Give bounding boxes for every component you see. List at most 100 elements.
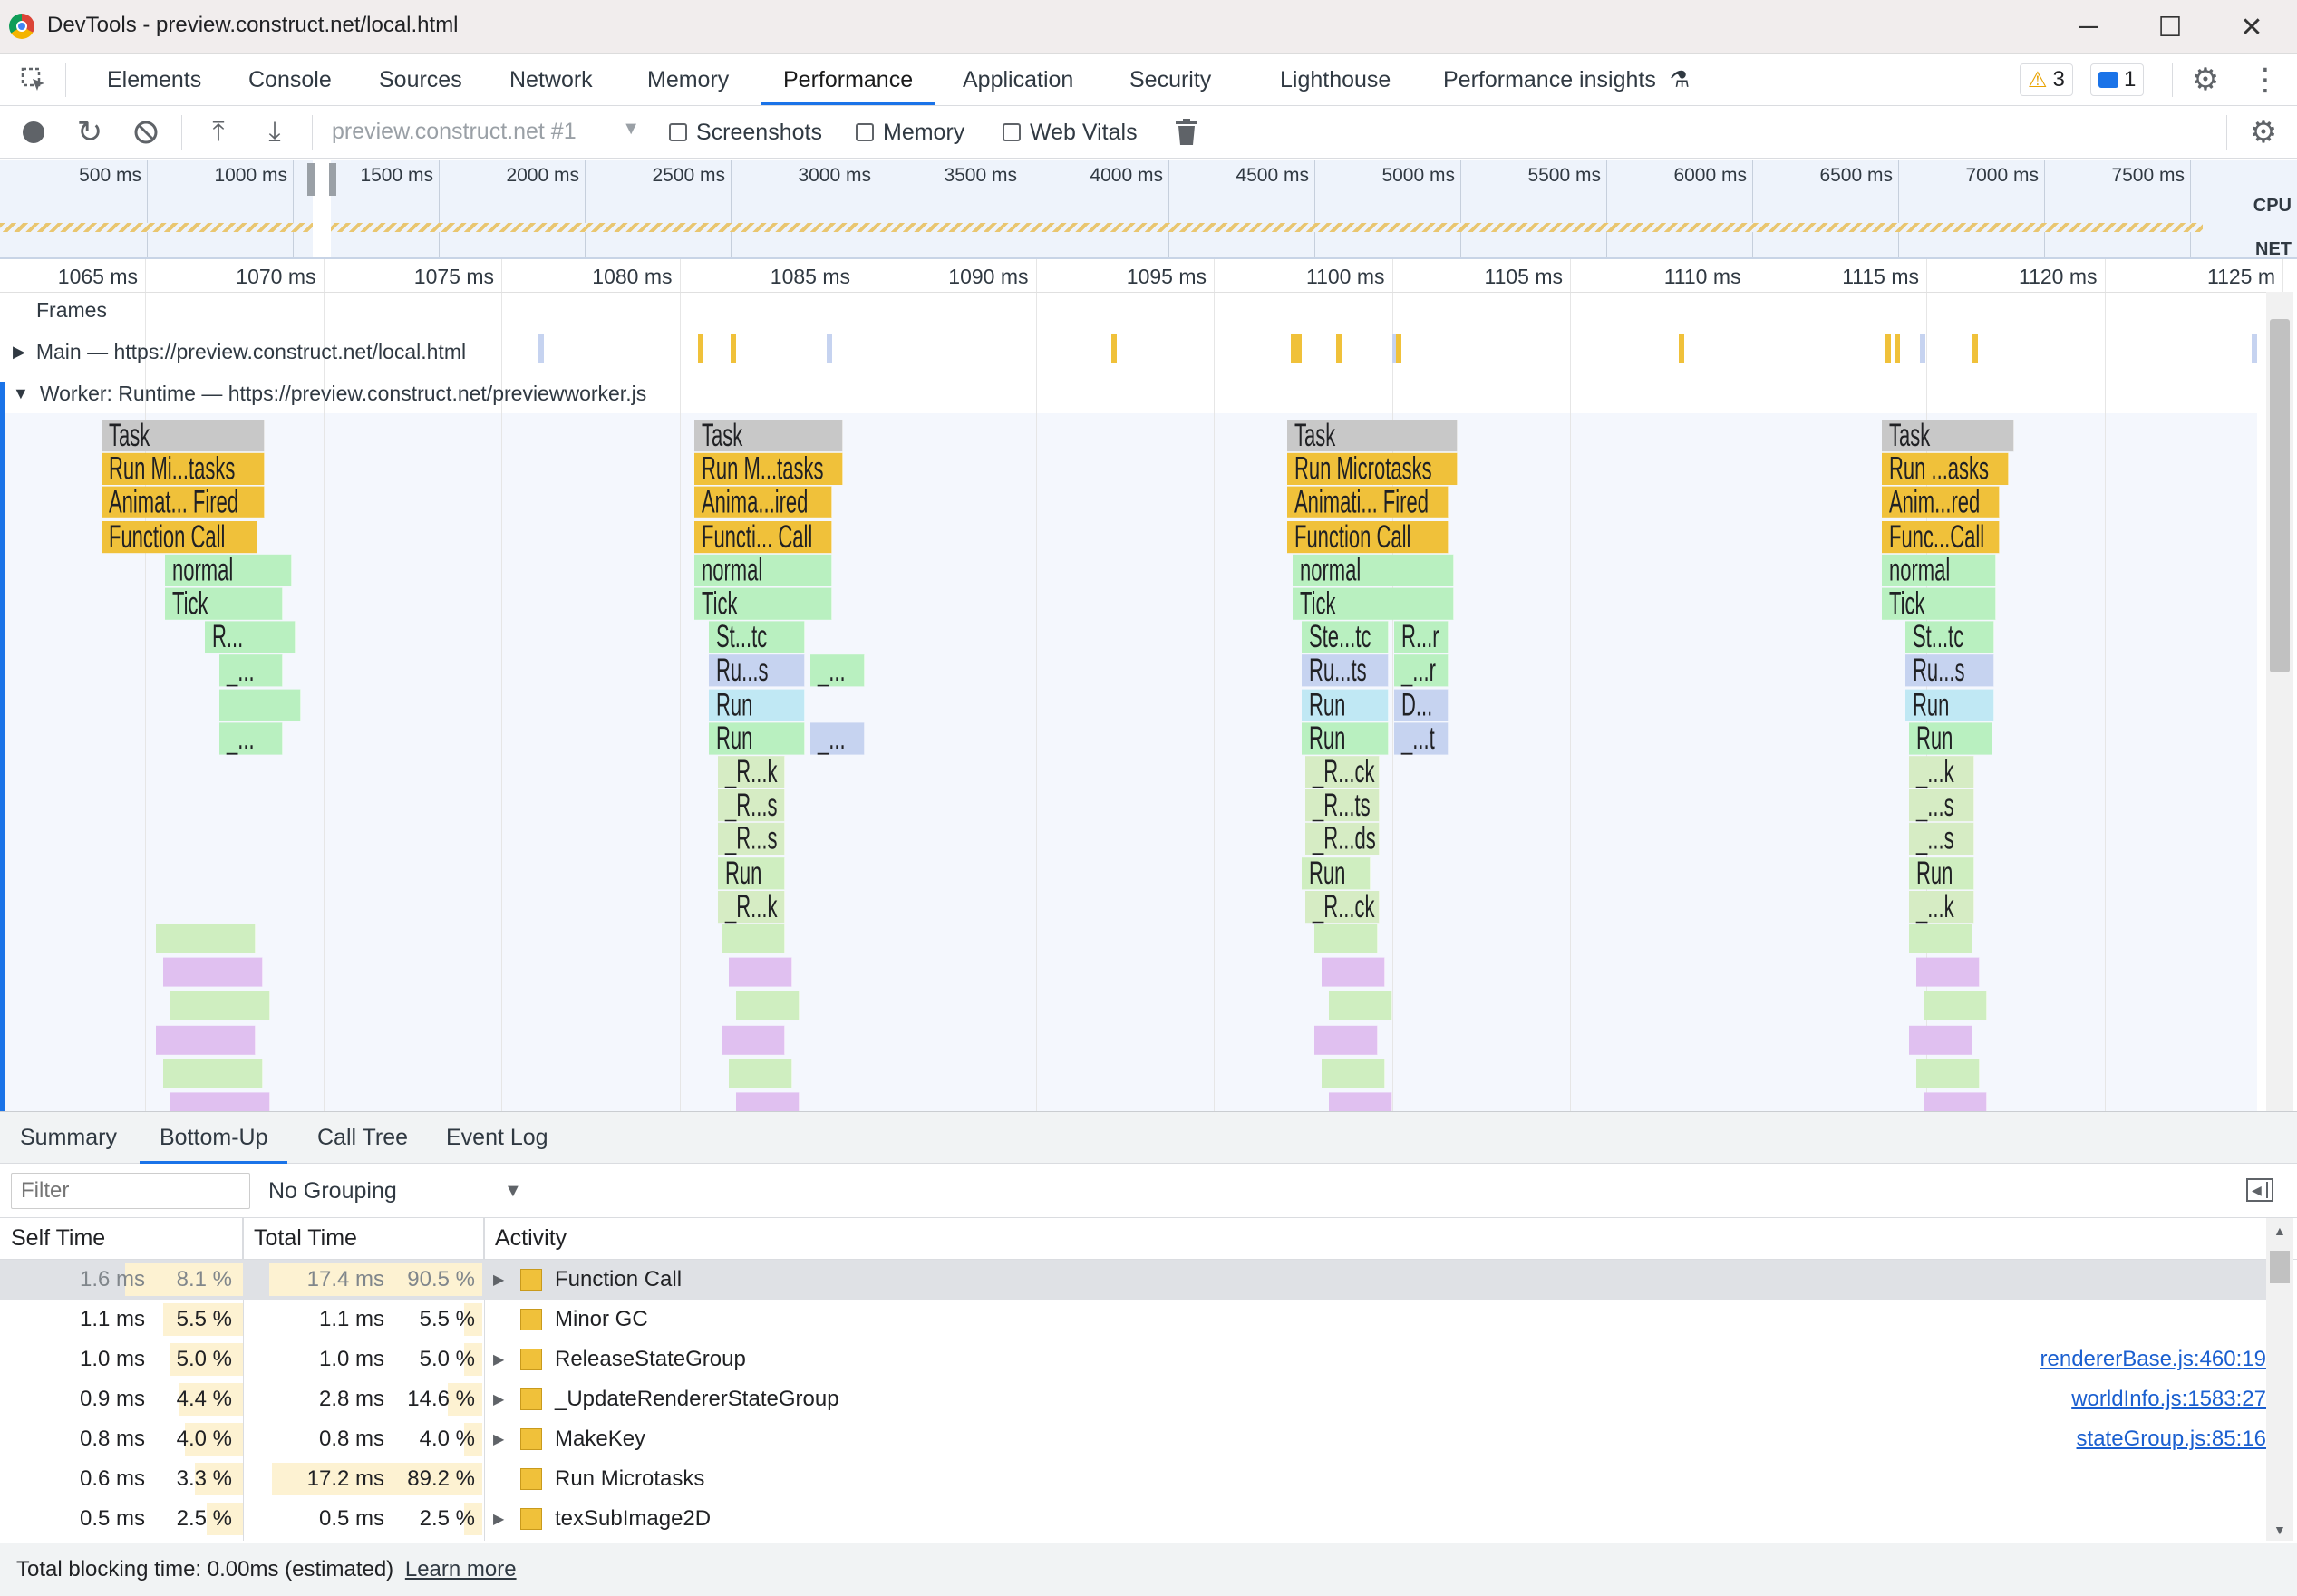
flame-event[interactable]: _R...s bbox=[718, 823, 785, 856]
grouping-select[interactable]: No Grouping ▼ bbox=[268, 1173, 522, 1209]
reload-record-icon[interactable]: ↻ bbox=[74, 115, 105, 150]
more-options-icon[interactable]: ⋮ bbox=[2250, 63, 2281, 97]
flame-event[interactable]: Run Microtasks bbox=[1287, 453, 1458, 486]
flame-event[interactable]: Ste...tc bbox=[1302, 621, 1389, 653]
clear-icon[interactable] bbox=[131, 117, 161, 148]
flame-event[interactable]: _...r bbox=[1394, 654, 1449, 688]
flame-event-deep[interactable] bbox=[1909, 924, 1972, 953]
tab-lighthouse[interactable]: Lighthouse bbox=[1280, 54, 1391, 105]
flame-event[interactable]: St...tc bbox=[709, 621, 805, 653]
flame-event-deep[interactable] bbox=[1916, 957, 1980, 987]
source-link[interactable]: rendererBase.js:460:19 bbox=[2040, 1340, 2267, 1379]
flame-event[interactable]: Run M...tasks bbox=[694, 453, 843, 486]
flame-event[interactable]: Animat... Fired bbox=[102, 487, 265, 519]
flame-event[interactable]: Anima...ired bbox=[694, 487, 832, 519]
flame-event[interactable]: Run bbox=[1909, 856, 1974, 889]
flame-chart[interactable]: 1065 ms 1070 ms 1075 ms 1080 ms 1085 ms 1090 … bbox=[0, 259, 2297, 1111]
tab-event-log[interactable]: Event Log bbox=[446, 1112, 548, 1164]
flame-event[interactable]: Run Mi...tasks bbox=[102, 453, 265, 486]
flame-event[interactable]: Run bbox=[709, 688, 805, 721]
flame-event-deep[interactable] bbox=[722, 1025, 785, 1055]
flame-event[interactable]: Task bbox=[102, 420, 265, 452]
flame-event[interactable]: Run bbox=[1905, 688, 1994, 721]
flame-event[interactable]: Ru...ts bbox=[1302, 654, 1389, 688]
messages-badge[interactable]: 1 bbox=[2090, 63, 2145, 96]
flame-event[interactable]: Run bbox=[718, 856, 785, 889]
flame-event[interactable]: _...s bbox=[1909, 823, 1974, 856]
flame-event-deep[interactable] bbox=[736, 991, 800, 1021]
flame-event[interactable]: St...tc bbox=[1905, 621, 1994, 653]
expand-triangle-icon[interactable]: ▶ bbox=[493, 1510, 511, 1528]
main-thread-event[interactable] bbox=[1679, 334, 1684, 363]
flame-event-deep[interactable] bbox=[729, 957, 792, 987]
main-thread-event[interactable] bbox=[731, 334, 736, 363]
flame-event[interactable]: normal bbox=[165, 554, 292, 586]
flame-event-deep[interactable] bbox=[170, 991, 270, 1021]
flame-event[interactable]: Ru...s bbox=[709, 654, 805, 688]
expand-triangle-icon[interactable]: ▶ bbox=[493, 1430, 511, 1448]
flame-event[interactable]: Tick bbox=[1293, 587, 1454, 620]
scroll-up-icon[interactable]: ▲ bbox=[2273, 1224, 2286, 1238]
source-link[interactable]: worldInfo.js:1583:27 bbox=[2071, 1379, 2266, 1419]
table-row[interactable]: 1.6 ms 8.1 % 17.4 ms 90.5 % ▶ Function Call bbox=[0, 1260, 2266, 1300]
table-row[interactable]: 1.0 ms 5.0 % 1.0 ms 5.0 % ▶ ReleaseStateGroup… bbox=[0, 1340, 2266, 1379]
memory-checkbox[interactable]: Memory bbox=[856, 119, 964, 146]
main-thread-event[interactable] bbox=[827, 334, 832, 363]
flame-event-deep[interactable] bbox=[1924, 1092, 1987, 1111]
flame-event[interactable]: _...t bbox=[1394, 722, 1449, 755]
flame-event[interactable]: _...k bbox=[1909, 756, 1974, 788]
flame-event[interactable]: Func...Call bbox=[1882, 520, 2000, 553]
capture-settings-gear-icon[interactable]: ⚙ bbox=[2248, 115, 2279, 150]
flame-event[interactable]: Tick bbox=[165, 587, 283, 620]
tab-network[interactable]: Network bbox=[509, 54, 593, 105]
tab-performance[interactable]: Performance bbox=[761, 54, 935, 105]
flame-event[interactable]: Task bbox=[1882, 420, 2014, 452]
tab-performance-insights[interactable]: Performance insights ⚗ bbox=[1443, 54, 1690, 105]
source-link[interactable]: stateGroup.js:85:16 bbox=[2077, 1419, 2266, 1459]
activity-cell[interactable]: ▶ Function Call bbox=[493, 1260, 682, 1300]
flame-event[interactable]: Animati... Fired bbox=[1287, 487, 1449, 519]
memory-checkbox-box[interactable] bbox=[856, 123, 874, 141]
scroll-down-icon[interactable]: ▼ bbox=[2273, 1523, 2286, 1537]
flame-event[interactable]: _R...ds bbox=[1305, 823, 1380, 856]
flame-event[interactable]: Task bbox=[694, 420, 843, 452]
main-thread-event[interactable] bbox=[698, 334, 703, 363]
web-vitals-checkbox-box[interactable] bbox=[1003, 123, 1021, 141]
flame-event-deep[interactable] bbox=[1909, 1025, 1972, 1055]
flame-event[interactable]: R... bbox=[205, 621, 296, 653]
flame-event-deep[interactable] bbox=[156, 1025, 256, 1055]
flame-event[interactable]: _R...s bbox=[718, 789, 785, 822]
expand-triangle-icon[interactable]: ▶ bbox=[493, 1271, 511, 1289]
flame-event[interactable]: normal bbox=[1882, 554, 1996, 586]
main-thread-event[interactable] bbox=[1296, 334, 1302, 363]
toggle-sidebar-icon[interactable]: ◀ bbox=[2246, 1178, 2273, 1202]
tab-application[interactable]: Application bbox=[963, 54, 1073, 105]
flame-event[interactable]: Task bbox=[1287, 420, 1458, 452]
settings-gear-icon[interactable]: ⚙ bbox=[2190, 63, 2221, 97]
tab-bottom-up[interactable]: Bottom-Up bbox=[139, 1112, 289, 1164]
flame-event[interactable]: normal bbox=[1293, 554, 1454, 586]
screenshots-checkbox[interactable]: Screenshots bbox=[669, 119, 822, 146]
flame-event-deep[interactable] bbox=[1924, 991, 1987, 1021]
flame-event[interactable]: _...s bbox=[1909, 789, 1974, 822]
flame-chart-scrollbar[interactable] bbox=[2266, 292, 2293, 1111]
activity-cell[interactable]: Minor GC bbox=[493, 1300, 648, 1340]
save-profile-icon[interactable]: ⤓ bbox=[259, 117, 290, 148]
main-thread-event[interactable] bbox=[1895, 334, 1900, 363]
tab-call-tree[interactable]: Call Tree bbox=[317, 1112, 408, 1164]
flame-event-deep[interactable] bbox=[163, 1059, 263, 1088]
activity-cell[interactable]: ▶ MakeKey bbox=[493, 1419, 645, 1459]
table-scrollbar[interactable]: ▲ ▼ bbox=[2266, 1218, 2293, 1541]
table-row[interactable]: 0.9 ms 4.4 % 2.8 ms 14.6 % ▶ _UpdateRendererS… bbox=[0, 1379, 2266, 1419]
main-thread-event[interactable] bbox=[538, 334, 544, 363]
flame-event-deep[interactable] bbox=[170, 1092, 270, 1111]
flame-event[interactable]: _...k bbox=[1909, 890, 1974, 923]
flame-event[interactable]: Function Call bbox=[102, 520, 257, 553]
expand-triangle-icon[interactable]: ▶ bbox=[13, 343, 25, 362]
flame-event[interactable]: _... bbox=[810, 654, 865, 688]
flame-event[interactable]: Run bbox=[1909, 722, 1992, 755]
flame-event[interactable]: Tick bbox=[694, 587, 832, 620]
timeline-overview[interactable]: 500 ms 1000 ms 1500 ms 2000 ms 2500 ms 3000 m… bbox=[0, 160, 2297, 259]
learn-more-link[interactable]: Learn more bbox=[405, 1557, 517, 1581]
flame-event-deep[interactable] bbox=[729, 1059, 792, 1088]
